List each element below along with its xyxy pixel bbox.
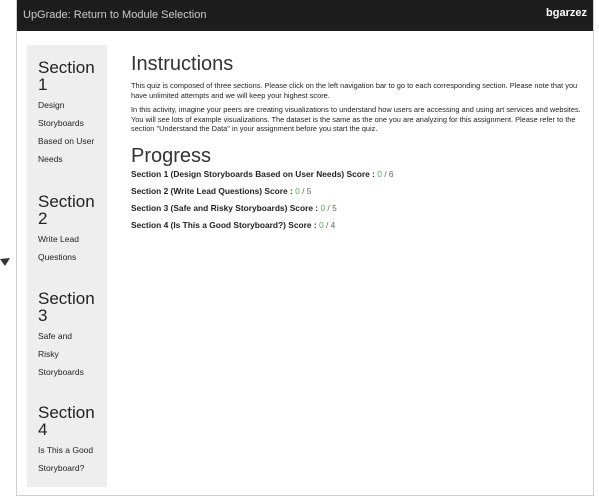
progress-item-section-1: Section 1 (Design Storyboards Based on U…: [131, 169, 585, 180]
score-total: / 4: [323, 219, 336, 230]
progress-label: Section 2 (Write Lead Questions) Score :: [131, 185, 296, 196]
score-total: / 5: [299, 185, 312, 196]
section-sidebar: Section 1 Design Storyboards Based on Us…: [27, 45, 107, 487]
sidebar-item-section-1[interactable]: Section 1 Design Storyboards Based on Us…: [38, 59, 106, 168]
score-total: / 5: [325, 202, 337, 213]
main-content: Instructions This quiz is composed of th…: [131, 52, 585, 237]
section-description: Design Storyboards Based on User Needs: [38, 100, 95, 164]
section-heading: Section 4: [38, 403, 95, 439]
progress-label: Section 4 (Is This a Good Storyboard?) S…: [131, 219, 319, 230]
section-heading: Section 1: [38, 58, 95, 94]
progress-label: Section 1 (Design Storyboards Based on U…: [131, 168, 378, 179]
top-bar: UpGrade: Return to Module Selection bgar…: [17, 0, 593, 31]
sidebar-item-section-4[interactable]: Section 4 Is This a Good Storyboard?: [38, 404, 106, 477]
progress-item-section-3: Section 3 (Safe and Risky Storyboards) S…: [131, 203, 585, 214]
sidebar-item-section-3[interactable]: Section 3 Safe and Risky Storyboards: [38, 290, 106, 381]
section-description: Safe and Risky Storyboards: [38, 331, 84, 377]
instructions-paragraph-1: This quiz is composed of three sections.…: [131, 81, 578, 100]
cursor-arrow-icon: [0, 258, 10, 266]
instructions-paragraph-2: In this activity, imagine your peers are…: [131, 105, 581, 134]
instructions-title: Instructions: [131, 53, 234, 75]
progress-title: Progress: [131, 144, 212, 167]
section-description: Write Lead Questions: [38, 234, 79, 262]
progress-list: Section 1 (Design Storyboards Based on U…: [131, 169, 585, 231]
progress-item-section-4: Section 4 (Is This a Good Storyboard?) S…: [131, 220, 585, 231]
section-heading: Section 3: [38, 289, 95, 325]
progress-label: Section 3 (Safe and Risky Storyboards) S…: [131, 202, 321, 213]
sidebar-item-section-2[interactable]: Section 2 Write Lead Questions: [38, 193, 106, 266]
page: UpGrade: Return to Module Selection bgar…: [0, 0, 599, 500]
return-to-module-selection-link[interactable]: UpGrade: Return to Module Selection: [23, 9, 206, 21]
section-heading: Section 2: [38, 192, 95, 228]
score-total: / 6: [381, 168, 394, 179]
user-name[interactable]: bgarzez: [546, 7, 587, 19]
app-frame: UpGrade: Return to Module Selection bgar…: [16, 0, 594, 496]
progress-item-section-2: Section 2 (Write Lead Questions) Score :…: [131, 186, 585, 197]
section-description: Is This a Good Storyboard?: [38, 445, 94, 473]
